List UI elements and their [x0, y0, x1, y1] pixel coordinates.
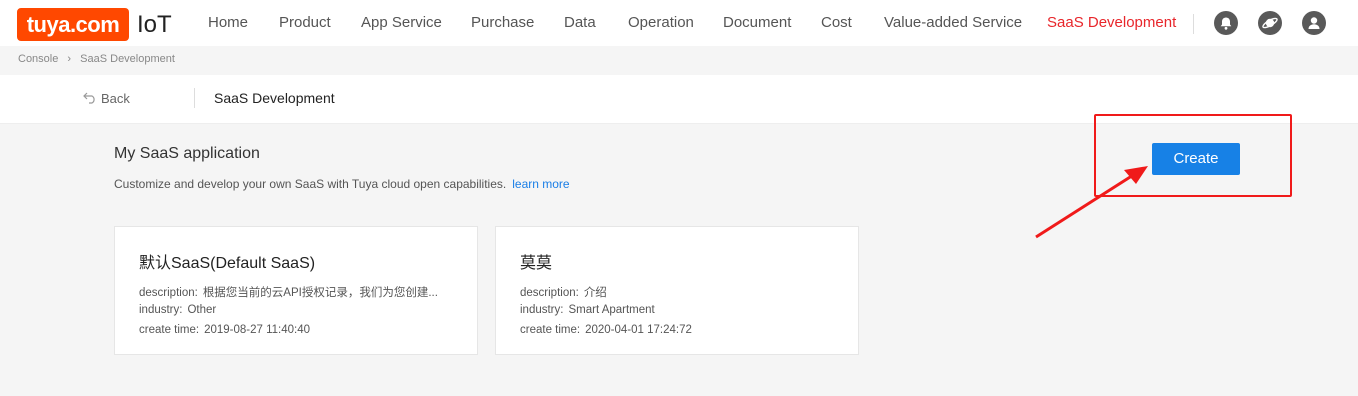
create-time-value: 2019-08-27 11:40:40 [204, 324, 311, 336]
create-time-label: create time: [520, 324, 581, 336]
top-navbar: tuya.com IoT Home Product App Service Pu… [0, 0, 1358, 46]
description-label: description: [520, 287, 579, 299]
description-text: Customize and develop your own SaaS with… [114, 177, 507, 191]
card-create-time: create time: 2019-08-27 11:40:40 [139, 324, 310, 336]
annotation-arrow-icon [1035, 166, 1148, 239]
nav-product[interactable]: Product [279, 14, 331, 31]
section-description: Customize and develop your own SaaS with… [114, 177, 570, 191]
nav-operation[interactable]: Operation [628, 14, 694, 31]
back-arrow-icon [83, 92, 95, 104]
nav-cost[interactable]: Cost [821, 14, 852, 31]
nav-app-service[interactable]: App Service [361, 14, 442, 31]
nav-value-added-service[interactable]: Value-added Service [884, 14, 1022, 31]
saas-app-card[interactable]: 莫莫 description: 介绍 industry: Smart Apartme… [495, 226, 859, 355]
product-name: IoT [137, 11, 172, 38]
industry-label: industry: [520, 304, 564, 316]
bell-icon[interactable] [1214, 11, 1238, 35]
breadcrumb-console[interactable]: Console [18, 53, 58, 65]
industry-value: Smart Apartment [568, 304, 655, 316]
nav-divider [1193, 14, 1194, 34]
section-title: My SaaS application [114, 145, 260, 162]
create-time-value: 2020-04-01 17:24:72 [585, 324, 692, 336]
back-button[interactable]: Back [83, 91, 130, 106]
nav-document[interactable]: Document [723, 14, 791, 31]
create-button[interactable]: Create [1152, 143, 1240, 175]
description-value: 介绍 [583, 287, 607, 299]
card-description: description: 根据您当前的云API授权记录，我们为您创建... [139, 284, 438, 300]
create-time-label: create time: [139, 324, 200, 336]
card-create-time: create time: 2020-04-01 17:24:72 [520, 324, 692, 336]
card-title: 莫莫 [520, 255, 553, 272]
planet-icon[interactable] [1258, 11, 1282, 35]
description-label: description: [139, 287, 198, 299]
industry-label: industry: [139, 304, 183, 316]
learn-more-link[interactable]: learn more [512, 177, 569, 191]
card-title: 默认SaaS(Default SaaS) [139, 255, 316, 272]
chevron-right-icon: › [67, 53, 72, 65]
industry-value: Other [187, 304, 217, 316]
back-label: Back [101, 91, 130, 106]
card-description: description: 介绍 [520, 284, 607, 300]
user-icon[interactable] [1302, 11, 1326, 35]
card-industry: industry: Smart Apartment [520, 304, 655, 316]
card-industry: industry: Other [139, 304, 216, 316]
nav-home[interactable]: Home [208, 14, 248, 31]
subheader-divider [194, 88, 195, 108]
nav-data[interactable]: Data [564, 14, 596, 31]
nav-saas-development[interactable]: SaaS Development [1047, 14, 1176, 31]
breadcrumb: Console › SaaS Development [18, 53, 181, 65]
breadcrumb-saas-development: SaaS Development [80, 53, 175, 65]
saas-app-card[interactable]: 默认SaaS(Default SaaS) description: 根据您当前的云… [114, 226, 478, 355]
nav-purchase[interactable]: Purchase [471, 14, 534, 31]
tuya-logo[interactable]: tuya.com [17, 8, 129, 41]
description-value: 根据您当前的云API授权记录，我们为您创建... [202, 287, 438, 299]
page-title: SaaS Development [214, 90, 335, 106]
